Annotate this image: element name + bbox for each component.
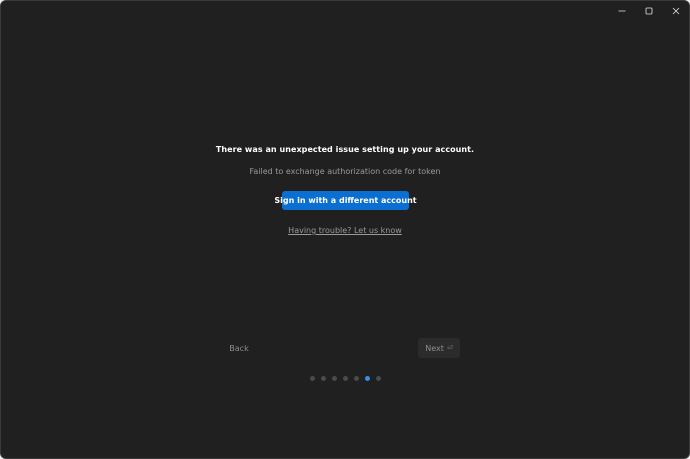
progress-dot-active (365, 376, 370, 381)
progress-dot (354, 376, 359, 381)
minimize-button[interactable] (608, 1, 635, 21)
having-trouble-link[interactable]: Having trouble? Let us know (288, 226, 402, 235)
next-label: Next (425, 343, 444, 353)
progress-dot (343, 376, 348, 381)
next-button[interactable]: Next ⏎ (418, 338, 460, 358)
window-controls (608, 1, 689, 21)
maximize-button[interactable] (635, 1, 662, 21)
minimize-icon (618, 10, 625, 12)
error-detail: Failed to exchange authorization code fo… (249, 167, 441, 176)
progress-dot (376, 376, 381, 381)
progress-dot (321, 376, 326, 381)
app-window: There was an unexpected issue setting up… (0, 0, 690, 459)
close-icon (672, 7, 679, 15)
progress-dots (310, 376, 381, 381)
progress-dot (332, 376, 337, 381)
signin-different-account-button[interactable]: Sign in with a different account (274, 191, 417, 210)
progress-dot (310, 376, 315, 381)
maximize-icon (645, 7, 652, 15)
trouble-link-row: Having trouble? Let us know (1, 226, 689, 235)
error-title: There was an unexpected issue setting up… (215, 145, 475, 154)
back-button[interactable]: Back (219, 339, 259, 358)
enter-icon: ⏎ (446, 344, 453, 352)
close-button[interactable] (662, 1, 689, 21)
